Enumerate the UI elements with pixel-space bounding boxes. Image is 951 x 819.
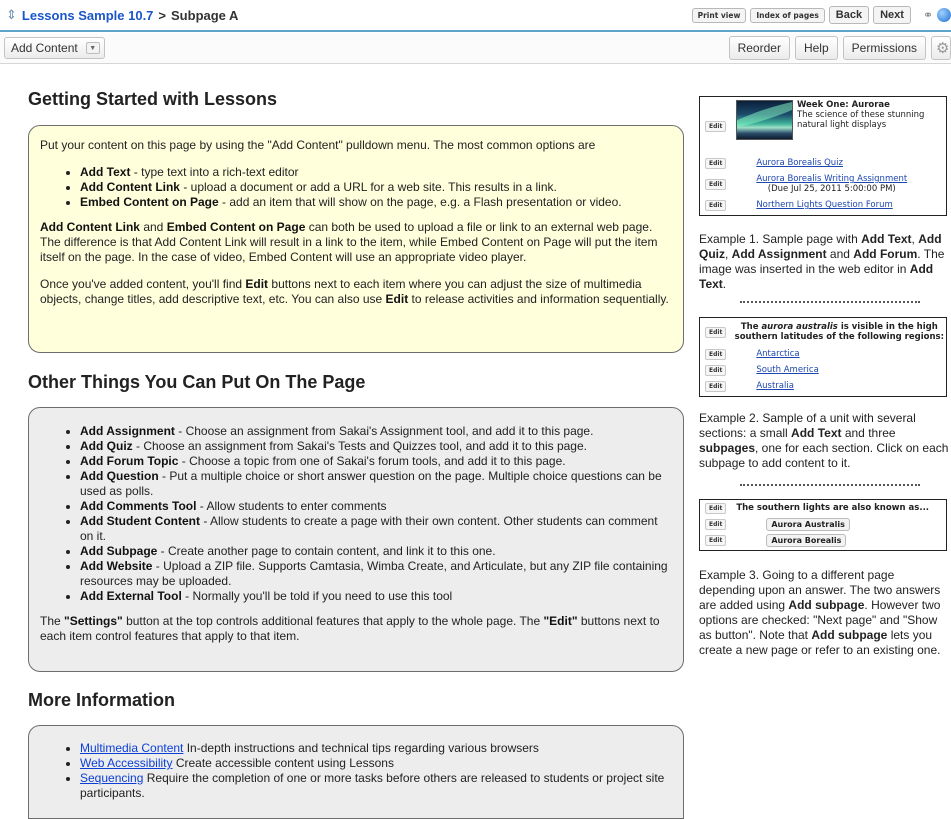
northern-lights-forum-link[interactable]: Northern Lights Question Forum <box>756 200 892 210</box>
breadcrumb-separator: > <box>158 7 167 23</box>
example-2-subpage-row: Edit Australia <box>700 378 946 394</box>
multimedia-content-link[interactable]: Multimedia Content <box>80 741 183 755</box>
list-item: Add Content Link - upload a document or … <box>80 180 672 195</box>
paragraph-link-vs-embed: Add Content Link and Embed Content on Pa… <box>40 220 658 264</box>
example-3-question-row: Edit The southern lights are also known … <box>700 500 946 516</box>
edit-button[interactable]: Edit <box>705 178 727 190</box>
example-2-subpage-row: Edit South America <box>700 362 946 378</box>
print-view-button[interactable]: Print view <box>691 7 747 23</box>
example-3-answer-row: Edit Aurora Australis <box>700 516 946 532</box>
web-accessibility-link[interactable]: Web Accessibility <box>80 756 172 770</box>
edit-button[interactable]: Edit <box>705 121 727 132</box>
reorder-button[interactable]: Reorder <box>728 36 790 60</box>
australia-subpage-link[interactable]: Australia <box>756 381 794 391</box>
example-1-text: Week One: Aurorae The science of these s… <box>797 100 946 130</box>
edit-button[interactable]: Edit <box>705 518 727 530</box>
list-item: Add Question - Put a multiple choice or … <box>80 469 672 499</box>
help-icon[interactable] <box>937 8 951 22</box>
south-america-subpage-link[interactable]: South America <box>756 365 818 375</box>
list-item: Web Accessibility Create accessible cont… <box>80 756 672 771</box>
aurora-image <box>736 100 793 140</box>
divider <box>740 301 920 303</box>
breadcrumb: ⇕ Lessons Sample 10.7 > Subpage A <box>6 7 238 23</box>
example-3-answer-row: Edit Aurora Borealis <box>700 532 946 548</box>
paragraph-edit-buttons: Once you've added content, you'll find E… <box>40 277 669 306</box>
aurora-australis-button[interactable]: Aurora Australis <box>766 517 850 531</box>
antarctica-subpage-link[interactable]: Antarctica <box>756 349 799 359</box>
example-1-assignment-row: Edit Aurora Borealis Writing Assignment … <box>700 171 946 197</box>
list-item: Add Website - Upload a ZIP file. Support… <box>80 559 672 589</box>
back-button[interactable]: Back <box>828 6 870 24</box>
more-information-box: Multimedia Content In-depth instructions… <box>28 725 684 819</box>
chevron-down-icon: ▼ <box>85 42 100 54</box>
list-item: Sequencing Require the completion of one… <box>80 771 672 801</box>
list-item: Add External Tool - Normally you'll be t… <box>80 589 672 604</box>
breadcrumb-site-link[interactable]: Lessons Sample 10.7 <box>22 8 154 23</box>
example-1-forum-row: Edit Northern Lights Question Forum <box>700 197 946 213</box>
section-title-other-things: Other Things You Can Put On The Page <box>28 372 366 392</box>
page-nav: Print view Index of pages Back Next ⚭ <box>691 6 951 24</box>
example-2-caption: Example 2. Sample of a unit with several… <box>699 411 949 470</box>
list-item: Add Text - type text into a rich-text ed… <box>80 165 672 180</box>
list-item: Embed Content on Page - add an item that… <box>80 195 672 210</box>
aurora-borealis-button[interactable]: Aurora Borealis <box>766 533 847 547</box>
intro-text: Put your content on this page by using t… <box>40 138 596 152</box>
sequencing-link[interactable]: Sequencing <box>80 771 143 785</box>
lessons-toolbar: Add Content ▼ Reorder Help Permissions ⚙ <box>0 34 951 64</box>
example-1-screenshot: Edit Week One: Aurorae The science of th… <box>699 96 947 216</box>
next-button[interactable]: Next <box>873 6 911 24</box>
breadcrumb-current-page: Subpage A <box>171 7 239 23</box>
more-info-list: Multimedia Content In-depth instructions… <box>40 741 672 801</box>
add-content-label: Add Content <box>11 41 78 55</box>
list-item: Multimedia Content In-depth instructions… <box>80 741 672 756</box>
index-of-pages-button[interactable]: Index of pages <box>750 7 825 23</box>
example-1-quiz-row: Edit Aurora Borealis Quiz <box>700 155 946 171</box>
help-button[interactable]: Help <box>794 36 838 60</box>
example-1-description: The science of these stunning natural li… <box>796 110 925 130</box>
paragraph-settings-edit: The "Settings" button at the top control… <box>40 614 660 643</box>
common-options-list: Add Text - type text into a rich-text ed… <box>40 165 672 210</box>
divider <box>740 484 920 486</box>
other-options-list: Add Assignment - Choose an assignment fr… <box>40 424 672 604</box>
example-3-text: The southern lights are also known as... <box>736 503 930 513</box>
list-item: Add Comments Tool - Allow students to en… <box>80 499 672 514</box>
getting-started-box: Put your content on this page by using t… <box>28 125 684 353</box>
list-item: Add Quiz - Choose an assignment from Sak… <box>80 439 672 454</box>
link-icon[interactable]: ⚭ <box>923 8 933 22</box>
example-2-subpage-row: Edit Antarctica <box>700 346 946 362</box>
edit-button[interactable]: Edit <box>705 502 727 514</box>
breadcrumb-bar: ⇕ Lessons Sample 10.7 > Subpage A Print … <box>0 0 951 32</box>
assignment-due-date: (Due Jul 25, 2011 5:00:00 PM) <box>767 184 896 194</box>
list-item: Add Forum Topic - Choose a topic from on… <box>80 454 672 469</box>
example-1-heading: Week One: Aurorae <box>796 100 890 110</box>
toolbar-right-actions: Reorder Help Permissions ⚙ <box>728 36 951 60</box>
edit-button[interactable]: Edit <box>705 364 727 376</box>
edit-button[interactable]: Edit <box>705 348 727 360</box>
edit-button[interactable]: Edit <box>705 534 727 546</box>
permissions-button[interactable]: Permissions <box>842 36 926 60</box>
list-item: Add Assignment - Choose an assignment fr… <box>80 424 672 439</box>
example-3-screenshot: Edit The southern lights are also known … <box>699 499 947 551</box>
add-content-dropdown[interactable]: Add Content ▼ <box>4 37 105 59</box>
list-item: Add Student Content - Allow students to … <box>80 514 672 544</box>
section-title-getting-started: Getting Started with Lessons <box>28 89 278 109</box>
example-1-text-item: Edit Week One: Aurorae The science of th… <box>700 97 946 155</box>
edit-button[interactable]: Edit <box>705 326 727 338</box>
example-2-text-item: Edit The aurora australis is visible in … <box>700 318 946 346</box>
edit-button[interactable]: Edit <box>705 199 727 211</box>
example-2-screenshot: Edit The aurora australis is visible in … <box>699 317 947 397</box>
gear-icon[interactable]: ⚙ <box>931 36 951 60</box>
example-1-caption: Example 1. Sample page with Add Text, Ad… <box>699 232 945 291</box>
lessons-tool-icon[interactable]: ⇕ <box>6 7 17 23</box>
edit-button[interactable]: Edit <box>705 157 727 169</box>
edit-button[interactable]: Edit <box>705 380 727 392</box>
other-things-box: Add Assignment - Choose an assignment fr… <box>28 407 684 672</box>
aurora-quiz-link[interactable]: Aurora Borealis Quiz <box>756 158 843 168</box>
aurora-assignment-link[interactable]: Aurora Borealis Writing Assignment <box>756 174 907 184</box>
example-2-text: The aurora australis is visible in the h… <box>734 322 944 342</box>
example-1-assignment: Aurora Borealis Writing Assignment (Due … <box>756 174 907 194</box>
section-title-more-information: More Information <box>28 690 175 710</box>
list-item: Add Subpage - Create another page to con… <box>80 544 672 559</box>
example-3-caption: Example 3. Going to a different page dep… <box>699 568 941 657</box>
